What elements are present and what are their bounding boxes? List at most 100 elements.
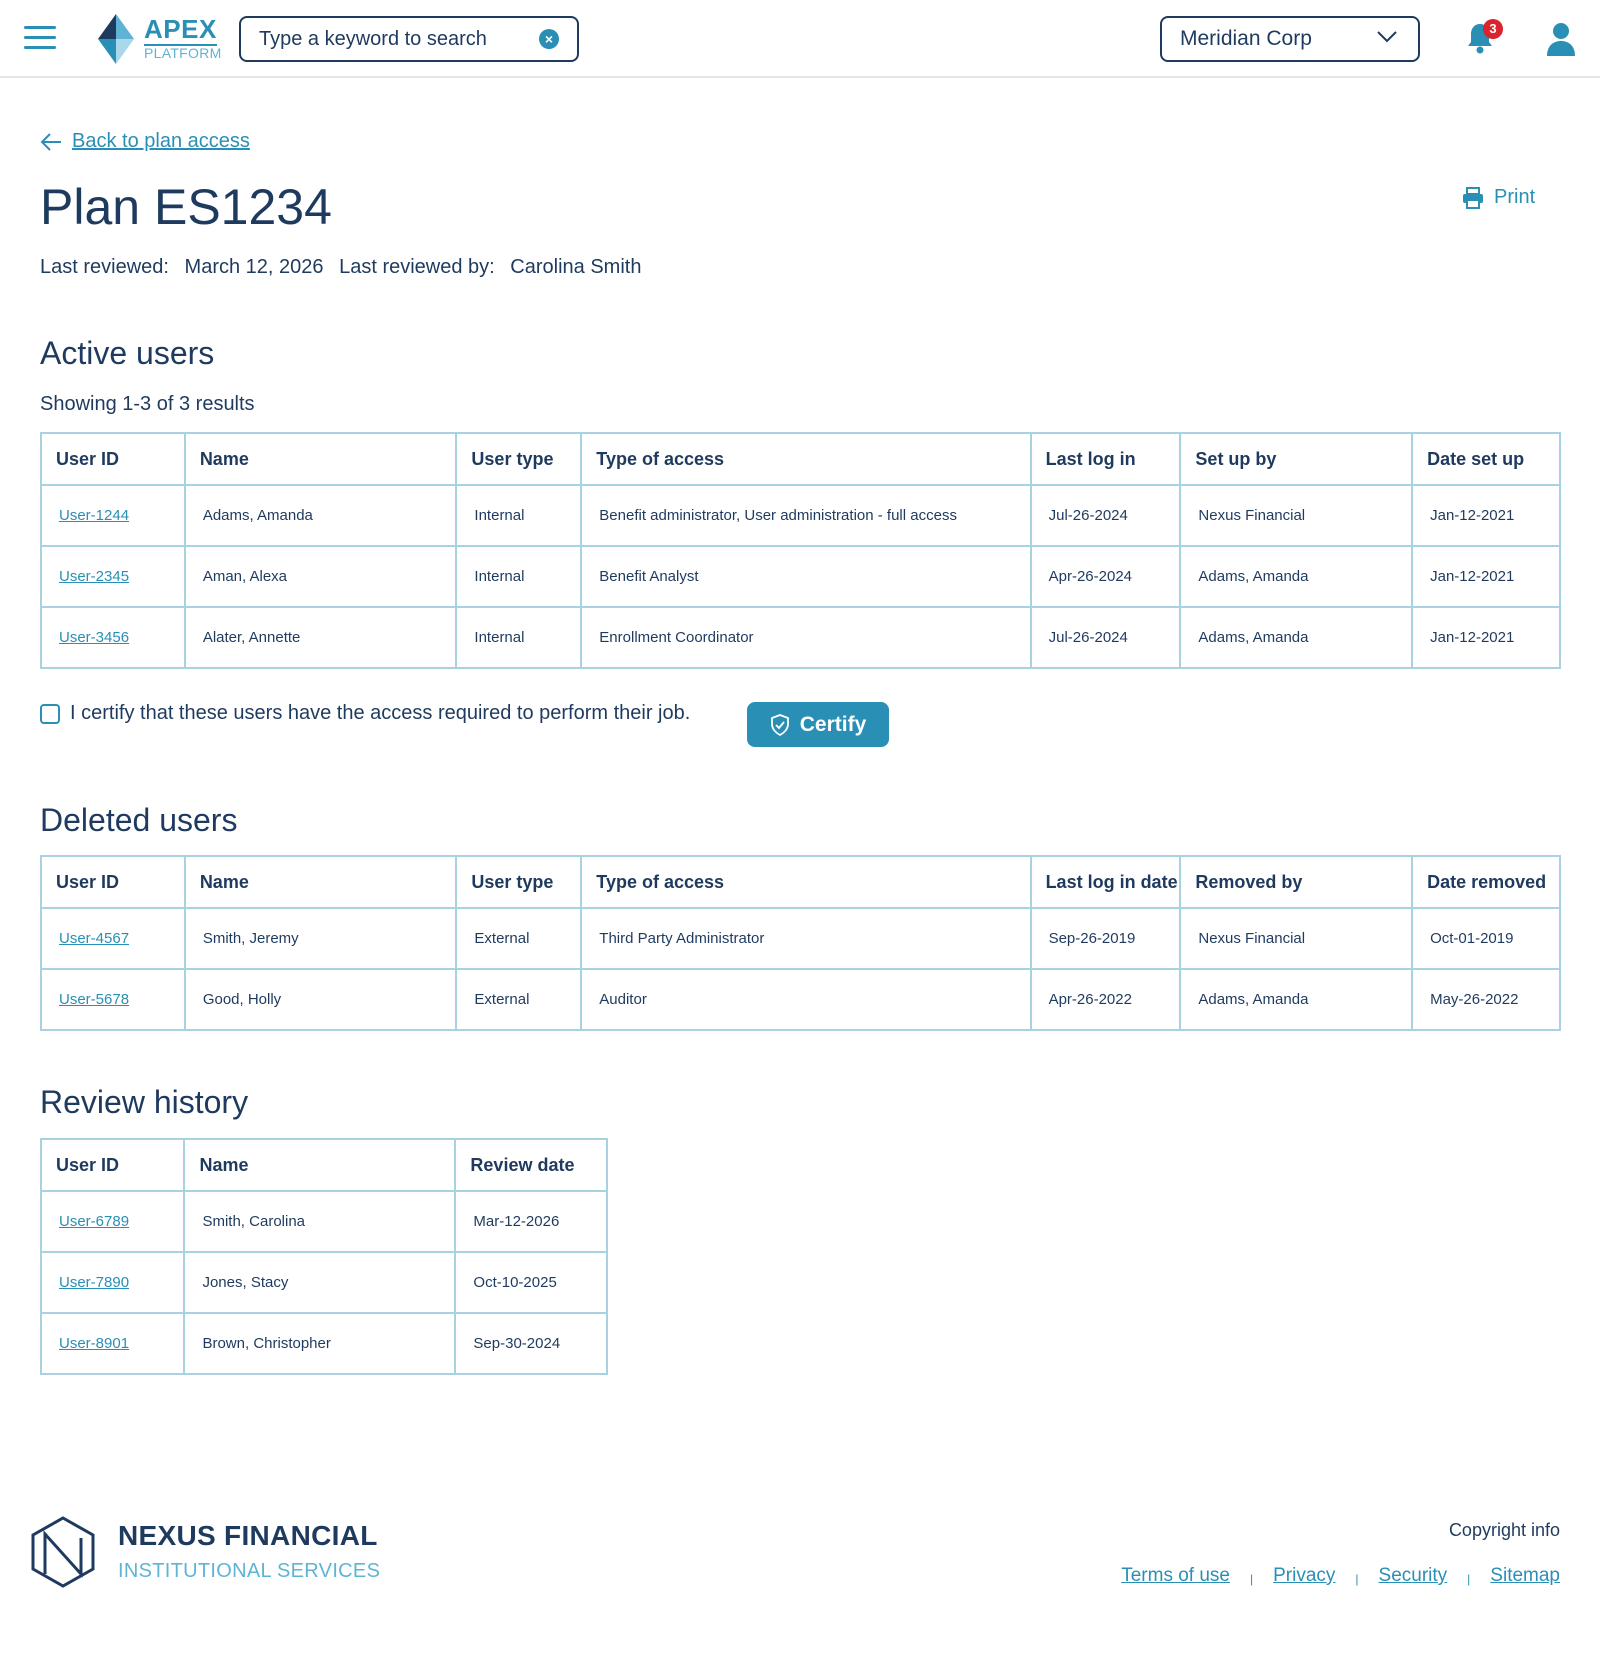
- notifications-bell-icon[interactable]: 3: [1466, 19, 1503, 58]
- last-reviewed-by-label: Last reviewed by:: [339, 256, 495, 278]
- table-cell: Internal: [455, 606, 583, 669]
- results-count: Showing 1-3 of 3 results: [40, 393, 255, 415]
- user-id-link[interactable]: User-4567: [59, 930, 129, 947]
- table-row: User-4567 Smith, Jeremy External Third P…: [40, 907, 1561, 970]
- certify-checkbox[interactable]: [40, 703, 60, 724]
- table-row: User-1244 Adams, Amanda Internal Benefit…: [40, 484, 1561, 547]
- table-cell: Sep-26-2019: [1029, 907, 1182, 970]
- column-header: User ID: [40, 432, 186, 486]
- footer-separator: |: [1355, 1572, 1359, 1586]
- footer-separator: |: [1467, 1572, 1471, 1586]
- table-cell: Third Party Administrator: [580, 907, 1032, 970]
- footer-link-privacy[interactable]: Privacy: [1273, 1565, 1335, 1587]
- column-header: User ID: [39, 1138, 186, 1192]
- column-header: User ID: [40, 855, 186, 909]
- back-to-plan-access-link[interactable]: Back to plan access: [40, 130, 250, 153]
- printer-icon: [1463, 186, 1483, 209]
- review-history-heading: Review history: [40, 1084, 249, 1120]
- table-cell: Aman, Alexa: [183, 545, 458, 608]
- last-reviewed-value: March 12, 2026: [184, 256, 324, 278]
- table-header-row: User ID Name Review date: [39, 1138, 608, 1192]
- table-cell: Alater, Annette: [183, 606, 458, 669]
- table-row: User-6789 Smith, Carolina Mar-12-2026: [39, 1190, 608, 1253]
- user-id-link[interactable]: User-5678: [59, 991, 129, 1008]
- deleted-users-heading: Deleted users: [40, 802, 238, 838]
- table-cell: Auditor: [580, 968, 1032, 1031]
- certify-row: I certify that these users have the acce…: [40, 702, 690, 725]
- table-cell: Apr-26-2022: [1029, 968, 1182, 1031]
- user-id-link[interactable]: User-8901: [59, 1335, 129, 1352]
- back-link-label: Back to plan access: [72, 130, 250, 152]
- user-id-link[interactable]: User-6789: [59, 1213, 129, 1230]
- table-cell: Benefit Analyst: [580, 545, 1032, 608]
- table-header-row: User ID Name User type Type of access La…: [40, 432, 1561, 486]
- active-users-heading: Active users: [40, 335, 215, 371]
- table-cell: May-26-2022: [1411, 968, 1561, 1031]
- table-cell: Jones, Stacy: [183, 1251, 457, 1314]
- page-title: Plan ES1234: [40, 179, 332, 235]
- column-header: User type: [455, 432, 583, 486]
- footer-link-terms[interactable]: Terms of use: [1121, 1565, 1230, 1587]
- table-cell: Adams, Amanda: [1179, 606, 1414, 669]
- column-header: Removed by: [1179, 855, 1414, 909]
- table-cell: Apr-26-2024: [1029, 545, 1182, 608]
- organization-selected: Meridian Corp: [1180, 27, 1312, 50]
- table-cell: Oct-01-2019: [1411, 907, 1561, 970]
- clear-search-icon[interactable]: ×: [539, 29, 559, 49]
- review-history-table: User ID Name Review date User-6789 Smith…: [39, 1138, 608, 1375]
- table-cell: Jan-12-2021: [1411, 545, 1561, 608]
- copyright-info: Copyright info: [1448, 1520, 1560, 1540]
- user-id-link[interactable]: User-3456: [59, 629, 129, 646]
- hamburger-menu-icon[interactable]: [24, 26, 56, 50]
- column-header: Name: [183, 1138, 457, 1192]
- table-cell: Adams, Amanda: [1179, 545, 1414, 608]
- active-users-table: User ID Name User type Type of access La…: [40, 432, 1561, 669]
- table-cell: Jul-26-2024: [1029, 606, 1182, 669]
- deleted-users-table: User ID Name User type Type of access La…: [40, 855, 1561, 1031]
- table-cell: Jul-26-2024: [1029, 484, 1182, 547]
- table-cell: Smith, Carolina: [183, 1190, 457, 1253]
- apex-logo[interactable]: APEX PLATFORM: [98, 14, 228, 64]
- table-cell: Jan-12-2021: [1411, 484, 1561, 547]
- column-header: Name: [183, 432, 458, 486]
- table-cell: Good, Holly: [183, 968, 458, 1031]
- table-cell: Mar-12-2026: [454, 1190, 608, 1253]
- certify-button-label: Certify: [799, 712, 867, 736]
- user-id-link[interactable]: User-1244: [59, 507, 129, 524]
- column-header: Date removed: [1411, 855, 1561, 909]
- last-reviewed-info: Last reviewed: March 12, 2026 Last revie…: [40, 256, 651, 279]
- footer-company-subtitle: INSTITUTIONAL SERVICES: [118, 1560, 381, 1582]
- user-id-link[interactable]: User-2345: [59, 568, 129, 585]
- user-profile-icon[interactable]: [1546, 22, 1576, 56]
- column-header: Set up by: [1179, 432, 1414, 486]
- table-row: User-8901 Brown, Christopher Sep-30-2024: [39, 1312, 608, 1375]
- certify-button[interactable]: Certify: [747, 702, 889, 747]
- table-row: User-7890 Jones, Stacy Oct-10-2025: [39, 1251, 608, 1314]
- top-header: APEX PLATFORM × Meridian Corp 3: [0, 0, 1600, 78]
- search-box: ×: [239, 16, 579, 62]
- table-cell: External: [455, 968, 583, 1031]
- column-header: Type of access: [580, 855, 1032, 909]
- print-button[interactable]: Print: [1462, 186, 1535, 209]
- column-header: Last log in: [1029, 432, 1182, 486]
- column-header: Date set up: [1411, 432, 1561, 486]
- organization-dropdown[interactable]: Meridian Corp: [1160, 16, 1420, 62]
- search-input[interactable]: [259, 27, 539, 51]
- table-cell: Smith, Jeremy: [183, 907, 458, 970]
- table-cell: Nexus Financial: [1179, 907, 1414, 970]
- column-header: Review date: [454, 1138, 608, 1192]
- table-cell: Internal: [455, 484, 583, 547]
- table-cell: External: [455, 907, 583, 970]
- table-cell: Nexus Financial: [1179, 484, 1414, 547]
- footer-separator: |: [1249, 1572, 1254, 1586]
- footer-link-security[interactable]: Security: [1379, 1565, 1448, 1587]
- shield-check-icon: [770, 713, 789, 736]
- column-header: Name: [183, 855, 458, 909]
- table-cell: Jan-12-2021: [1411, 606, 1561, 669]
- table-cell: Internal: [455, 545, 583, 608]
- logo-word: APEX: [144, 14, 217, 46]
- user-id-link[interactable]: User-7890: [59, 1274, 129, 1291]
- column-header: User type: [455, 855, 583, 909]
- footer-link-sitemap[interactable]: Sitemap: [1490, 1565, 1560, 1587]
- table-cell: Benefit administrator, User administrati…: [580, 484, 1032, 547]
